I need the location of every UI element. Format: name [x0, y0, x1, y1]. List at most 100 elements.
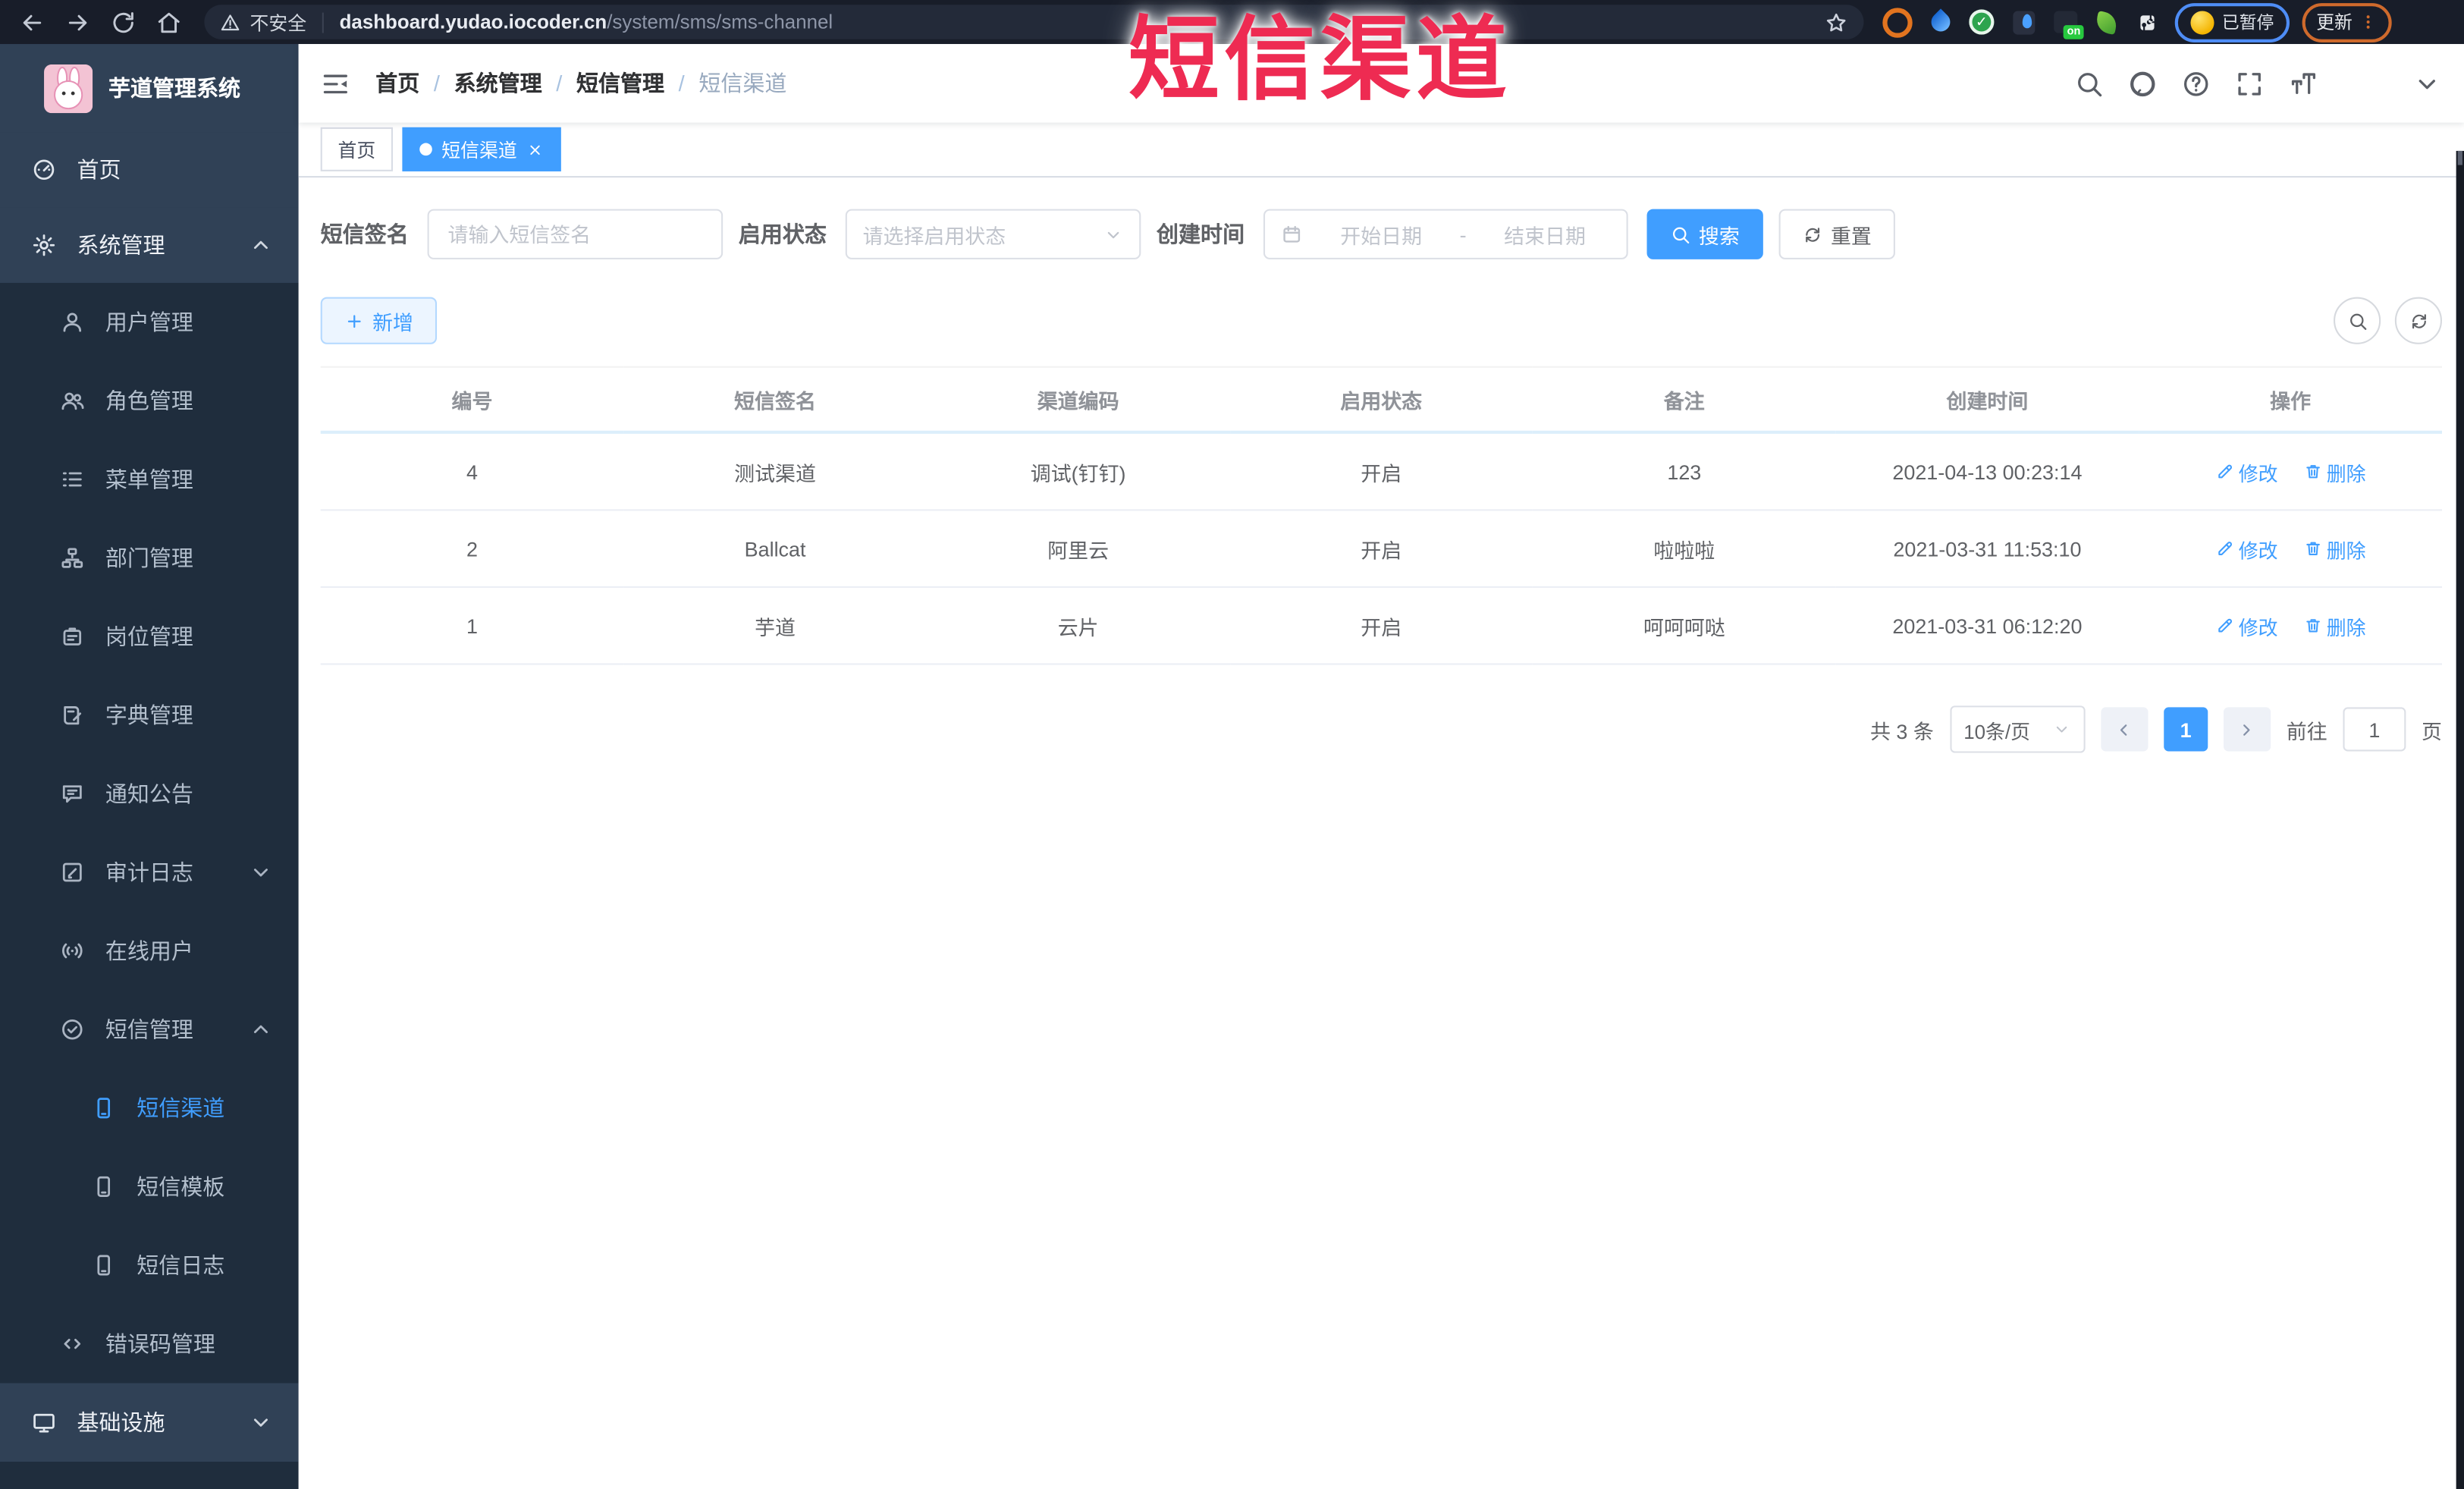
- create-time-range-picker[interactable]: 开始日期 - 结束日期: [1263, 209, 1628, 259]
- reload-icon[interactable]: [110, 8, 137, 35]
- table-toolbar: 新增: [320, 297, 2442, 344]
- add-button-label: 新增: [372, 310, 413, 335]
- end-date-placeholder: 结束日期: [1504, 224, 1586, 248]
- enable-status-label: 启用状态: [738, 221, 827, 247]
- cell-remark: 啦啦啦: [1533, 510, 1836, 588]
- trash-icon: [2303, 462, 2322, 481]
- sidebar-item-role-management[interactable]: 角色管理: [0, 362, 299, 441]
- extensions-puzzle-icon[interactable]: [2136, 10, 2159, 33]
- cell-status: 开启: [1229, 510, 1533, 588]
- cell-actions: 修改 删除: [2139, 586, 2442, 665]
- sidebar-collapse-icon[interactable]: [321, 68, 350, 98]
- navbar-actions: [2074, 53, 2442, 113]
- breadcrumb-system[interactable]: 系统管理: [454, 68, 542, 99]
- extension-flame-icon[interactable]: [2013, 10, 2036, 34]
- page-size-value: 10条/页: [1963, 721, 2031, 743]
- delete-button[interactable]: 删除: [2303, 457, 2366, 486]
- sidebar-item-sms-management[interactable]: 短信管理: [0, 990, 299, 1069]
- sidebar-item-dept-management[interactable]: 部门管理: [0, 519, 299, 598]
- col-actions: 操作: [2139, 366, 2442, 434]
- breadcrumb-home[interactable]: 首页: [375, 68, 419, 99]
- edit-label: 修改: [2238, 463, 2278, 485]
- sidebar-item-label: 部门管理: [105, 545, 193, 571]
- table-row: 1 芋道 云片 开启 呵呵呵哒 2021-03-31 06:12:20 修改 删除: [320, 586, 2442, 665]
- screen: 不安全 dashboard.yudao.iocoder.cn/system/sm…: [0, 0, 2464, 1489]
- sidebar-item-infrastructure[interactable]: 基础设施: [0, 1383, 299, 1462]
- sidebar-item-notice-announcement[interactable]: 通知公告: [0, 755, 299, 834]
- edit-button[interactable]: 修改: [2215, 533, 2278, 563]
- reset-button[interactable]: 重置: [1778, 209, 1895, 259]
- browser-menu-kebab-icon[interactable]: [2359, 11, 2378, 33]
- paused-badge[interactable]: 已暂停: [2174, 2, 2290, 42]
- gear-icon: [31, 233, 56, 258]
- page-scrollbar[interactable]: [2456, 150, 2464, 1489]
- font-size-icon[interactable]: [2288, 68, 2318, 98]
- tab-sms-channel[interactable]: 短信渠道: [402, 127, 561, 171]
- prev-page-button[interactable]: [2101, 707, 2149, 752]
- app-title: 芋道管理系统: [108, 75, 241, 101]
- sidebar-item-online-users[interactable]: 在线用户: [0, 912, 299, 991]
- update-button[interactable]: 更新: [2302, 2, 2392, 42]
- next-page-button[interactable]: [2223, 707, 2271, 752]
- seal-check-icon: [60, 1017, 85, 1042]
- sms-sign-input[interactable]: [427, 209, 724, 259]
- sidebar-item-sms-log[interactable]: 短信日志: [0, 1226, 299, 1305]
- extension-ring-icon[interactable]: [1882, 7, 1913, 37]
- current-page-button[interactable]: 1: [2164, 707, 2208, 752]
- sidebar-item-label: 在线用户: [105, 938, 193, 964]
- sidebar-item-label: 短信日志: [137, 1252, 225, 1278]
- breadcrumb-sms[interactable]: 短信管理: [576, 68, 664, 99]
- extension-drop-icon[interactable]: [1927, 8, 1954, 36]
- edit-button[interactable]: 修改: [2215, 457, 2278, 486]
- page-size-select[interactable]: 10条/页: [1949, 705, 2086, 753]
- sidebar-item-sms-template[interactable]: 短信模板: [0, 1148, 299, 1227]
- refresh-table-button[interactable]: [2394, 297, 2442, 344]
- back-icon[interactable]: [19, 8, 46, 35]
- search-button[interactable]: 搜索: [1646, 209, 1763, 259]
- sidebar-item-post-management[interactable]: 岗位管理: [0, 597, 299, 676]
- bookmark-star-icon[interactable]: [1825, 10, 1848, 33]
- search-icon[interactable]: [2074, 68, 2104, 98]
- sidebar-item-error-code-management[interactable]: 错误码管理: [0, 1305, 299, 1384]
- user-icon: [60, 309, 85, 335]
- tags-view-bar: 首页 短信渠道: [298, 122, 2464, 178]
- home-icon[interactable]: [155, 8, 182, 35]
- security-warning-icon[interactable]: [220, 12, 240, 33]
- fullscreen-icon[interactable]: [2234, 68, 2264, 98]
- tab-home[interactable]: 首页: [320, 127, 394, 171]
- chevron-down-icon: [1103, 224, 1124, 244]
- sidebar-item-sms-channel[interactable]: 短信渠道: [0, 1069, 299, 1148]
- delete-label: 删除: [2326, 617, 2366, 639]
- app-logo[interactable]: 芋道管理系统: [0, 44, 299, 133]
- toggle-search-button[interactable]: [2334, 297, 2381, 344]
- add-button[interactable]: 新增: [320, 297, 438, 344]
- delete-button[interactable]: 删除: [2303, 611, 2366, 640]
- sidebar-item-dict-management[interactable]: 字典管理: [0, 676, 299, 755]
- close-icon[interactable]: [526, 140, 544, 158]
- extension-on-badge-icon[interactable]: [2054, 11, 2084, 39]
- cell-status: 开启: [1229, 432, 1533, 511]
- edit-button[interactable]: 修改: [2215, 611, 2278, 640]
- sidebar-submenu-system: 用户管理 角色管理 菜单管理 部门管理 岗位管理 字典管理 通知公告 审计日志 …: [0, 282, 299, 1384]
- cell-id: 2: [320, 510, 624, 588]
- delete-button[interactable]: 删除: [2303, 533, 2366, 563]
- id-badge-icon: [60, 624, 85, 649]
- sidebar-item-label: 首页: [77, 157, 121, 183]
- sidebar-item-menu-management[interactable]: 菜单管理: [0, 440, 299, 519]
- enable-status-select[interactable]: 请选择启用状态: [845, 209, 1141, 259]
- edit-pen-icon: [2215, 462, 2234, 481]
- chevron-down-icon[interactable]: [2412, 68, 2442, 98]
- sidebar-item-user-management[interactable]: 用户管理: [0, 283, 299, 362]
- sidebar-item-audit-log[interactable]: 审计日志: [0, 833, 299, 912]
- jump-page-input[interactable]: [2343, 707, 2406, 752]
- help-icon[interactable]: [2181, 68, 2211, 98]
- extension-check-icon[interactable]: ✓: [1969, 9, 1995, 35]
- sms-channel-table: 编号 短信签名 渠道编码 启用状态 备注 创建时间 操作 4 测试渠道 调试(钉…: [320, 366, 2442, 665]
- sidebar-item-system-management[interactable]: 系统管理: [0, 207, 299, 283]
- github-icon[interactable]: [2128, 68, 2158, 98]
- sidebar-item-home[interactable]: 首页: [0, 132, 299, 208]
- extension-leaf-icon[interactable]: [2094, 10, 2119, 34]
- forward-icon[interactable]: [64, 8, 91, 35]
- avatar[interactable]: [2341, 53, 2385, 113]
- sidebar-item-label: 短信模板: [137, 1173, 225, 1199]
